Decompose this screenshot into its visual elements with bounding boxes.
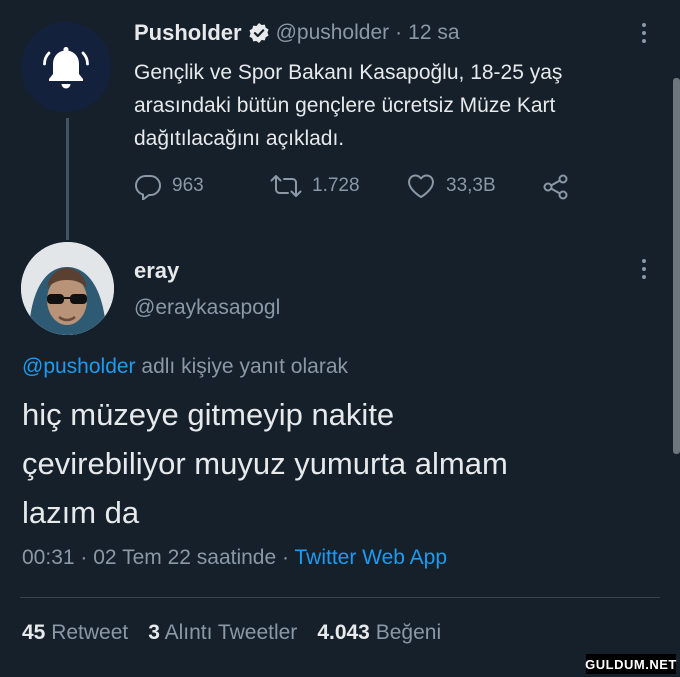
- reply-count: 963: [172, 175, 204, 196]
- replying-to-label: adlı kişiye yanıt olarak: [141, 355, 349, 378]
- like-count: 33,3B: [446, 175, 496, 196]
- share-icon: [543, 174, 568, 200]
- site-watermark: GULDUM.NET: [585, 654, 676, 674]
- scrollbar[interactable]: [673, 78, 680, 454]
- more-options-icon[interactable]: [642, 23, 648, 47]
- eray-avatar[interactable]: [21, 242, 114, 335]
- bell-icon: [43, 47, 89, 89]
- tweet-text-line: Gençlik ve Spor Bakanı Kasapoğlu, 18-25 …: [134, 61, 563, 84]
- profile-photo-icon: [21, 242, 114, 335]
- reply-display-name[interactable]: eray: [134, 258, 179, 284]
- meta-separator: ·: [282, 546, 290, 569]
- reply-more-options-icon[interactable]: [642, 259, 648, 283]
- reply-icon: [135, 175, 161, 200]
- tweet-text-line: lazım da: [22, 495, 140, 530]
- share-action[interactable]: [542, 174, 570, 205]
- quotes-stat-label: Alıntı Tweetler: [164, 621, 298, 644]
- timestamp[interactable]: 12 sa: [408, 21, 459, 45]
- tweet-source[interactable]: Twitter Web App: [294, 546, 447, 569]
- tweet-text-line: arasındaki bütün gençlere ücretsiz Müze …: [134, 94, 556, 117]
- tweet-text-line: dağıtılacağını açıkladı.: [134, 127, 345, 150]
- quotes-stat[interactable]: 3 Alıntı Tweetler: [148, 621, 297, 645]
- reply-handle[interactable]: @eraykasapogl: [134, 296, 280, 320]
- like-action[interactable]: 33,3B: [406, 172, 496, 200]
- separator: ·: [395, 21, 403, 44]
- retweet-action[interactable]: 1.728: [270, 172, 360, 200]
- quotes-stat-count: 3: [148, 621, 160, 644]
- meta-separator: ·: [80, 546, 88, 569]
- heart-icon: [407, 174, 435, 198]
- likes-stat[interactable]: 4.043 Beğeni: [317, 621, 441, 645]
- verified-badge-icon: [249, 23, 269, 43]
- tweet-text-line: hiç müzeye gitmeyip nakite: [22, 397, 395, 432]
- retweet-icon: [270, 175, 302, 197]
- tweet-date[interactable]: 02 Tem 22 saatinde: [93, 546, 276, 569]
- tweet-stats: 45 Retweet 3 Alıntı Tweetler 4.043 Beğen…: [22, 621, 441, 645]
- likes-stat-label: Beğeni: [375, 621, 442, 644]
- reply-tweet-text: hiç müzeye gitmeyip nakite çevirebiliyor…: [22, 390, 508, 537]
- handle[interactable]: @pusholder: [276, 21, 390, 45]
- tweet-text-line: çevirebiliyor muyuz yumurta almam: [22, 446, 508, 481]
- likes-stat-count: 4.043: [317, 621, 370, 644]
- replying-to-handle[interactable]: @pusholder: [22, 355, 136, 378]
- original-tweet-header: Pusholder @pusholder · 12 sa: [134, 19, 460, 47]
- divider: [20, 597, 660, 598]
- retweets-stat-label: Retweet: [51, 621, 129, 644]
- thread-connector-line: [66, 118, 69, 240]
- tweet-time[interactable]: 00:31: [22, 546, 75, 569]
- tweet-metadata: 00:31 · 02 Tem 22 saatinde · Twitter Web…: [22, 546, 447, 570]
- original-tweet-text: Gençlik ve Spor Bakanı Kasapoğlu, 18-25 …: [134, 56, 562, 155]
- replying-to: @pusholder adlı kişiye yanıt olarak: [22, 355, 348, 379]
- retweets-stat-count: 45: [22, 621, 46, 644]
- retweet-count: 1.728: [312, 175, 360, 196]
- display-name[interactable]: Pusholder: [134, 20, 242, 46]
- reply-action[interactable]: 963: [134, 172, 204, 200]
- retweets-stat[interactable]: 45 Retweet: [22, 621, 128, 645]
- pusholder-avatar[interactable]: [21, 22, 111, 112]
